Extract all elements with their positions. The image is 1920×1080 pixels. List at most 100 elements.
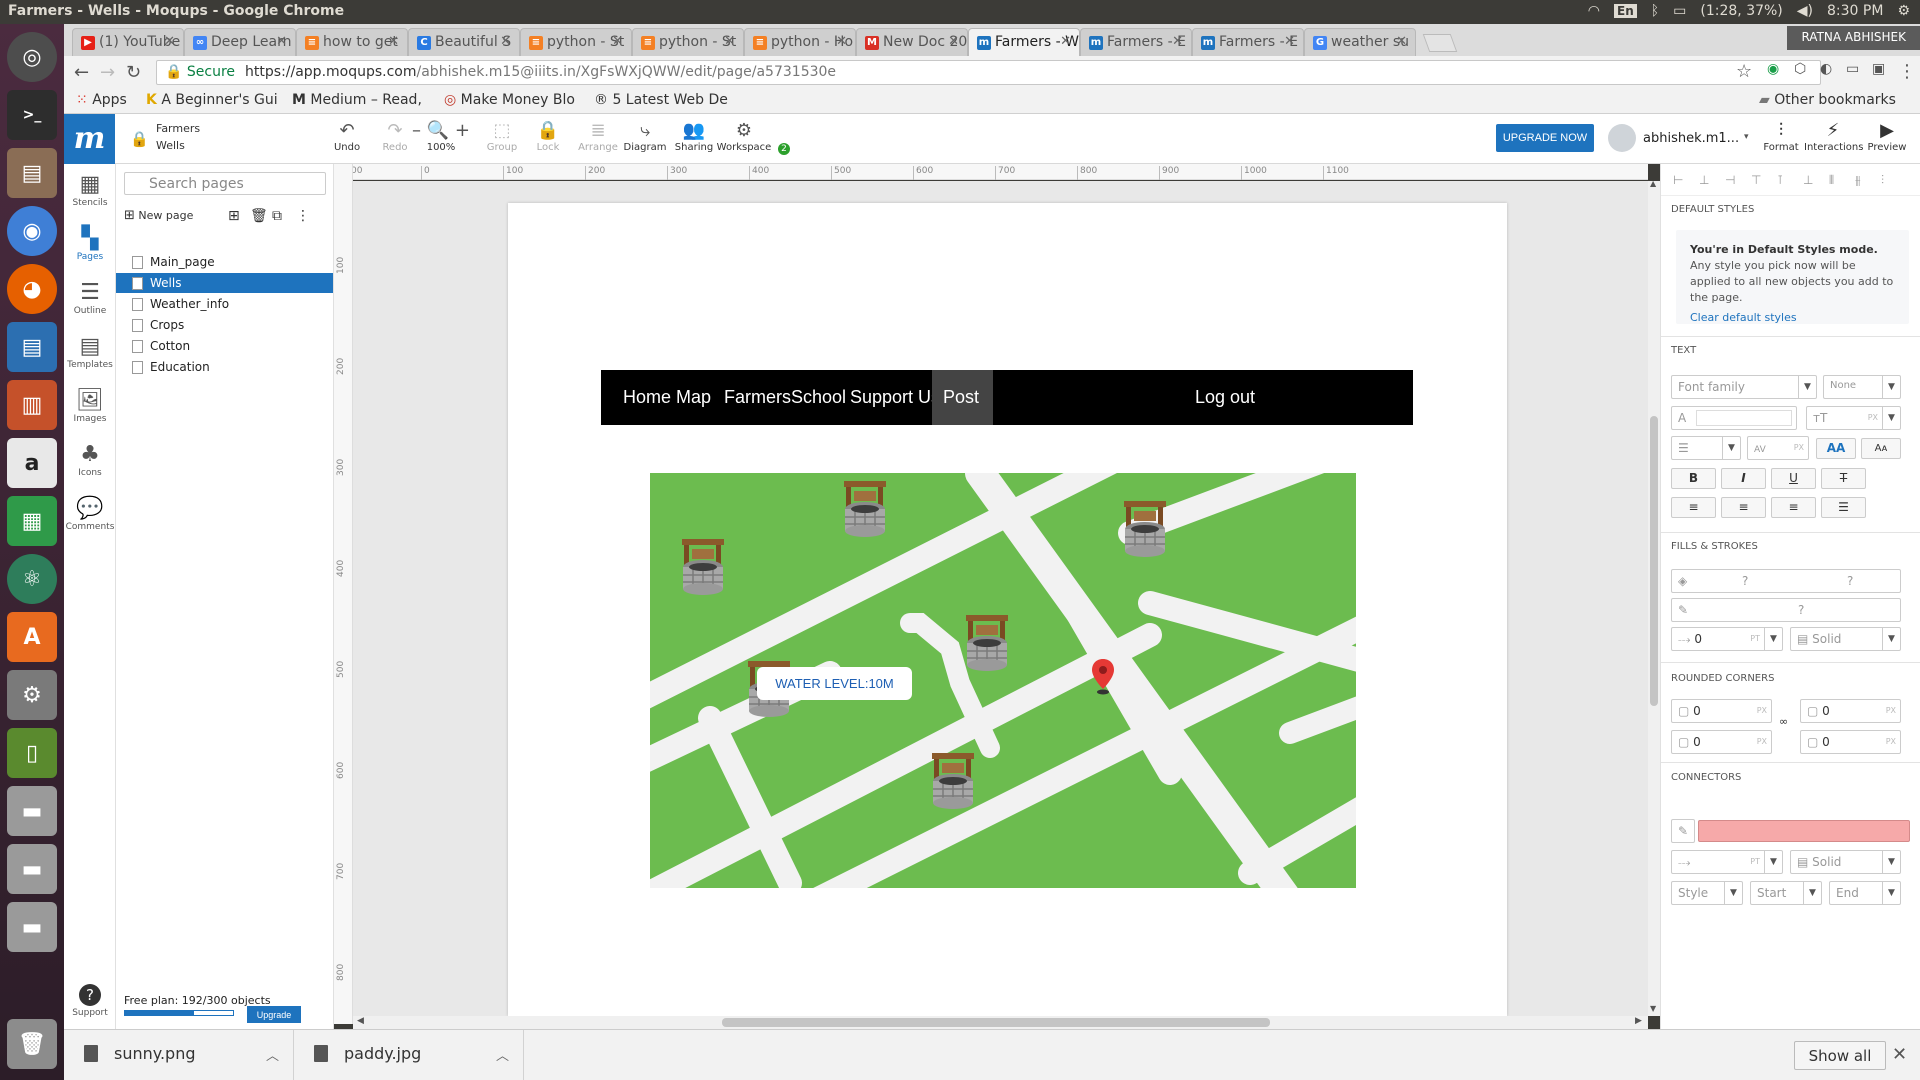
extension-icon[interactable]: ◐ xyxy=(1820,61,1832,77)
preview-panel-button[interactable]: ▶ Preview xyxy=(1858,120,1916,153)
design-canvas[interactable]: Home Map Farmers School Support Us Post … xyxy=(353,181,1648,1016)
scroll-left-icon[interactable]: ◀ xyxy=(357,1016,364,1026)
uppercase-button[interactable]: AA xyxy=(1816,438,1856,459)
well-icon[interactable] xyxy=(960,611,1016,675)
battery-icon[interactable]: ▭ xyxy=(1673,3,1686,19)
writer-icon[interactable]: ▤ xyxy=(7,322,57,372)
profile-name[interactable]: RATNA ABHISHEK xyxy=(1787,26,1920,50)
italic-button[interactable]: I xyxy=(1721,468,1766,489)
show-all-downloads-button[interactable]: Show all xyxy=(1794,1041,1886,1070)
vertical-scrollbar[interactable]: ▲ ▼ xyxy=(1648,179,1660,1016)
support-button[interactable]: ? Support xyxy=(64,984,116,1018)
browser-tab[interactable]: ≡ python - Ho ✕ xyxy=(744,28,856,56)
wifi-icon[interactable]: ◠ xyxy=(1588,3,1600,19)
browser-tab[interactable]: M New Doc 20 ✕ xyxy=(856,28,968,56)
text-align-right-button[interactable]: ≡ xyxy=(1771,497,1816,518)
align-right-icon[interactable]: ⊣ xyxy=(1725,173,1735,187)
font-family-select[interactable]: Font family ▼ xyxy=(1671,375,1817,399)
well-icon[interactable] xyxy=(926,749,982,813)
trash-icon[interactable]: 🗑 xyxy=(7,1019,57,1069)
bluetooth-icon[interactable]: ᛒ xyxy=(1651,3,1659,19)
scroll-up-icon[interactable]: ▲ xyxy=(1650,179,1656,188)
line-height-select[interactable]: ☰ ▼ xyxy=(1671,436,1741,460)
rail-item-stencils[interactable]: ▦ Stencils xyxy=(64,172,116,208)
chevron-up-icon[interactable]: ︿ xyxy=(266,1045,279,1064)
page-list-item[interactable]: Cotton xyxy=(116,336,333,356)
browser-tab[interactable]: Gweather su ✕ xyxy=(1304,28,1416,56)
browser-tab[interactable]: ≡ python - St ✕ xyxy=(520,28,632,56)
browser-tab[interactable]: ▶ (1) YouTube ✕ xyxy=(72,28,184,56)
well-icon[interactable] xyxy=(676,535,732,599)
extension-icon[interactable]: ▭ xyxy=(1846,61,1859,77)
water-level-callout[interactable]: WATER LEVEL:10M xyxy=(757,667,912,700)
text-align-center-button[interactable]: ≡ xyxy=(1721,497,1766,518)
lock-icon[interactable]: 🔒 xyxy=(130,130,149,148)
avatar[interactable] xyxy=(1608,124,1636,152)
rail-item-pages[interactable]: ▚ Pages xyxy=(64,226,116,262)
align-top-icon[interactable]: ⊤ xyxy=(1751,173,1761,187)
tab-close-icon[interactable]: ✕ xyxy=(164,34,175,49)
nav-item-post[interactable]: Post xyxy=(932,370,993,425)
strikethrough-button[interactable]: T xyxy=(1821,468,1866,489)
rail-item-templates[interactable]: ▤ Templates xyxy=(64,334,116,370)
rail-item-comments[interactable]: 💬 Comments xyxy=(64,496,116,532)
impress-icon[interactable]: ▥ xyxy=(7,380,57,430)
project-name[interactable]: Farmers xyxy=(156,122,200,135)
other-bookmarks[interactable]: ▰ Other bookmarks xyxy=(1759,92,1896,108)
upgrade-now-button[interactable]: UPGRADE NOW xyxy=(1496,124,1594,152)
browser-tab[interactable]: ∞ Deep Learn ✕ xyxy=(184,28,296,56)
align-middle-icon[interactable]: ⊺ xyxy=(1777,173,1783,187)
browser-tab[interactable]: ≡ how to get ✕ xyxy=(296,28,408,56)
stroke-color-picker[interactable]: ✎? xyxy=(1671,598,1901,622)
interactions-panel-button[interactable]: ⚡ Interactions xyxy=(1804,120,1863,153)
calc-icon[interactable]: ▦ xyxy=(7,496,57,546)
corner-bottom-left-input[interactable]: ▢ 0 PX xyxy=(1671,730,1772,754)
font-weight-select[interactable]: None ▼ xyxy=(1823,375,1901,399)
bookmark-item[interactable]: K A Beginner's Gui xyxy=(146,92,278,108)
tab-close-icon[interactable]: ✕ xyxy=(836,34,847,49)
amazon-icon[interactable]: a xyxy=(7,438,57,488)
extension-icon[interactable]: ◉ xyxy=(1767,61,1779,77)
connector-color-picker[interactable]: ✎ xyxy=(1671,819,1695,843)
extension-icon[interactable]: ▣ xyxy=(1872,61,1885,77)
wells-map[interactable]: WATER LEVEL:10M xyxy=(650,473,1356,888)
mockup-navbar[interactable]: Home Map Farmers School Support Us Post … xyxy=(601,370,1413,425)
ubuntu-dash-icon[interactable]: ◎ xyxy=(7,32,57,82)
trash-icon[interactable]: 🗑 xyxy=(250,208,268,224)
corner-top-right-input[interactable]: ▢ 0 PX xyxy=(1800,699,1901,723)
scroll-down-icon[interactable]: ▼ xyxy=(1650,1004,1656,1013)
toolbar-100pct-button[interactable]: – 🔍 +100% xyxy=(411,120,471,153)
tab-close-icon[interactable]: ✕ xyxy=(612,34,623,49)
atom-icon[interactable]: ⚛ xyxy=(7,554,57,604)
tab-close-icon[interactable]: ✕ xyxy=(1172,34,1183,49)
scroll-right-icon[interactable]: ▶ xyxy=(1635,1016,1642,1026)
new-tab-button[interactable] xyxy=(1422,34,1458,52)
volume-icon[interactable]: ◀) xyxy=(1797,3,1813,19)
software-center-icon[interactable]: A xyxy=(7,612,57,662)
browser-tab[interactable]: m Farmers - W ✕ xyxy=(968,28,1080,56)
drive-icon[interactable]: ▬ xyxy=(7,844,57,894)
address-bar[interactable]: 🔒 Secure https://app.moqups.com/abhishek.… xyxy=(156,60,1821,85)
chrome-icon[interactable]: ◉ xyxy=(7,206,57,256)
page-list-item[interactable]: Education xyxy=(116,357,333,377)
bookmark-item[interactable]: M Medium – Read, xyxy=(292,92,422,108)
tab-close-icon[interactable]: ✕ xyxy=(388,34,399,49)
browser-tab[interactable]: m Farmers - E ✕ xyxy=(1080,28,1192,56)
page-list-item[interactable]: Main_page xyxy=(116,252,333,272)
bookmark-item[interactable]: ⁙ Apps xyxy=(76,92,127,108)
download-item[interactable]: paddy.jpg ︿ xyxy=(294,1030,524,1080)
page-artboard[interactable]: Home Map Farmers School Support Us Post … xyxy=(508,203,1507,1016)
language-indicator[interactable]: En xyxy=(1614,4,1637,18)
distribute-vertical-icon[interactable]: ⫵ xyxy=(1855,173,1861,188)
underline-button[interactable]: U xyxy=(1771,468,1816,489)
chrome-menu-icon[interactable]: ⋮ xyxy=(1898,61,1916,82)
bookmark-star-icon[interactable]: ☆ xyxy=(1736,61,1752,82)
tab-close-icon[interactable]: ✕ xyxy=(276,34,287,49)
search-pages-input[interactable] xyxy=(124,172,326,195)
tab-close-icon[interactable]: ✕ xyxy=(1060,34,1071,49)
page-list-item[interactable]: Wells xyxy=(116,273,333,293)
format-panel-button[interactable]: ⫶ Format xyxy=(1752,120,1810,153)
well-icon[interactable] xyxy=(1118,497,1174,561)
settings-icon[interactable]: ⚙ xyxy=(7,670,57,720)
connector-end-select[interactable]: End ▼ xyxy=(1829,881,1901,905)
